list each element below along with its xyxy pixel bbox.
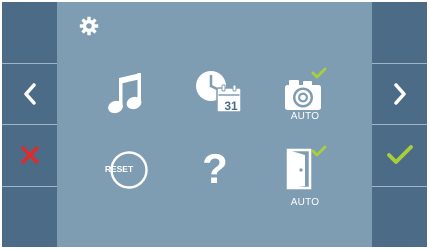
date-time-option[interactable]: 31 bbox=[189, 68, 249, 132]
gear-icon bbox=[79, 16, 99, 36]
chevron-left-icon bbox=[23, 83, 36, 105]
calendar-day-number: 31 bbox=[224, 99, 238, 113]
door-auto-option[interactable]: AUTO bbox=[275, 144, 335, 208]
left-slot-top bbox=[2, 2, 57, 64]
camera-icon bbox=[285, 80, 321, 110]
camera-auto-label: AUTO bbox=[290, 111, 320, 122]
music-note-icon bbox=[108, 73, 142, 114]
previous-button[interactable] bbox=[2, 64, 57, 125]
cross-icon bbox=[20, 146, 39, 164]
intercom-screen: 31 AUTO RESET ? AUTO bbox=[2, 2, 427, 247]
confirm-button[interactable] bbox=[372, 125, 427, 187]
left-button-column bbox=[2, 2, 57, 247]
door-auto-label: AUTO bbox=[290, 197, 320, 208]
reset-label: RESET bbox=[104, 164, 134, 174]
settings-menu: 31 AUTO RESET ? AUTO bbox=[57, 2, 372, 247]
left-slot-bottom bbox=[2, 187, 57, 248]
question-mark-icon: ? bbox=[202, 145, 228, 192]
cancel-button[interactable] bbox=[2, 125, 57, 187]
camera-checkmark-icon bbox=[311, 67, 327, 79]
reset-option[interactable]: RESET bbox=[99, 150, 159, 214]
checkmark-icon bbox=[386, 145, 413, 165]
door-checkmark-icon bbox=[311, 145, 327, 157]
right-slot-bottom bbox=[372, 187, 427, 248]
right-button-column bbox=[372, 2, 427, 247]
melody-option[interactable] bbox=[97, 70, 157, 134]
next-button[interactable] bbox=[372, 64, 427, 125]
right-slot-top bbox=[372, 2, 427, 64]
chevron-right-icon bbox=[393, 83, 406, 105]
camera-auto-option[interactable]: AUTO bbox=[275, 67, 335, 132]
help-option[interactable]: ? bbox=[189, 144, 249, 208]
